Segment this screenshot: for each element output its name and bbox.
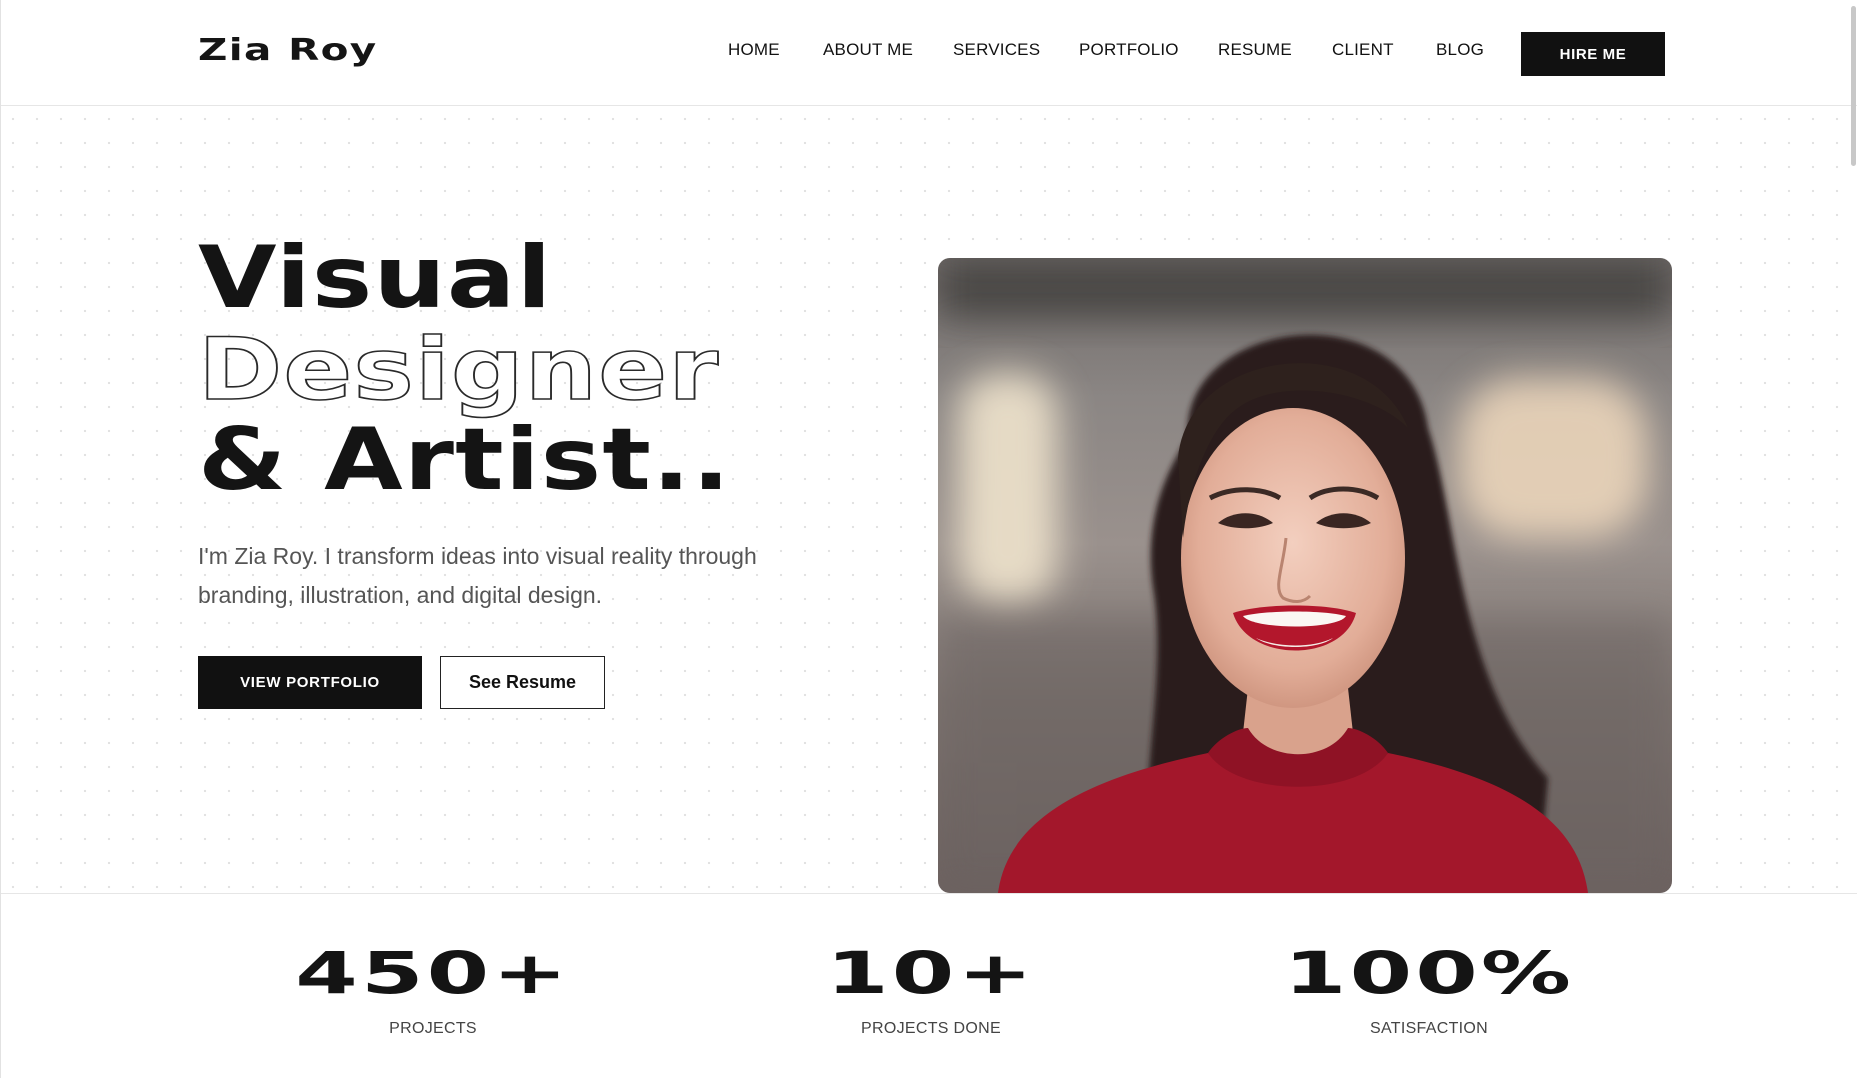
- nav-item-services[interactable]: SERVICES: [953, 40, 1040, 60]
- see-resume-button[interactable]: See Resume: [440, 656, 605, 709]
- nav-item-client[interactable]: CLIENT: [1332, 40, 1394, 60]
- view-portfolio-button[interactable]: VIEW PORTFOLIO: [198, 656, 422, 709]
- hero-intro-line-2: branding, illustration, and digital desi…: [198, 582, 603, 608]
- nav-item-about-me[interactable]: ABOUT ME: [823, 40, 913, 60]
- stat-value: 100%: [1283, 939, 1575, 1007]
- portrait-illustration: [938, 258, 1672, 893]
- site-header: Zia Roy HOME ABOUT ME SERVICES PORTFOLIO…: [1, 0, 1857, 106]
- nav-item-resume[interactable]: RESUME: [1218, 40, 1292, 60]
- hire-me-button[interactable]: HIRE ME: [1521, 32, 1665, 76]
- stat-label: PROJECTS: [389, 1020, 477, 1037]
- nav-item-home[interactable]: HOME: [728, 40, 780, 60]
- hero-title-line-2-outline: Designer: [197, 320, 720, 420]
- nav-item-blog[interactable]: BLOG: [1436, 40, 1484, 60]
- portrait-photo: [938, 258, 1672, 893]
- nav-item-portfolio[interactable]: PORTFOLIO: [1079, 40, 1179, 60]
- stat-label: PROJECTS DONE: [861, 1020, 1001, 1037]
- page: Zia Roy HOME ABOUT ME SERVICES PORTFOLIO…: [0, 0, 1857, 1078]
- hero-title-line-1: Visual: [198, 228, 553, 328]
- hero-title-line-3: & Artist..: [198, 410, 732, 510]
- hero-section: Visual Designer & Artist.. I'm Zia Roy. …: [1, 107, 1857, 893]
- page-scrollbar[interactable]: [1849, 0, 1857, 1078]
- hero-intro: I'm Zia Roy. I transform ideas into visu…: [198, 537, 798, 615]
- scrollbar-thumb[interactable]: [1851, 6, 1856, 166]
- stats-section: 450+ PROJECTS 10+ PROJECTS DONE 100% SAT…: [1, 893, 1857, 1078]
- stat-label: SATISFACTION: [1370, 1020, 1488, 1037]
- hero-intro-line-1: I'm Zia Roy. I transform ideas into visu…: [198, 543, 757, 569]
